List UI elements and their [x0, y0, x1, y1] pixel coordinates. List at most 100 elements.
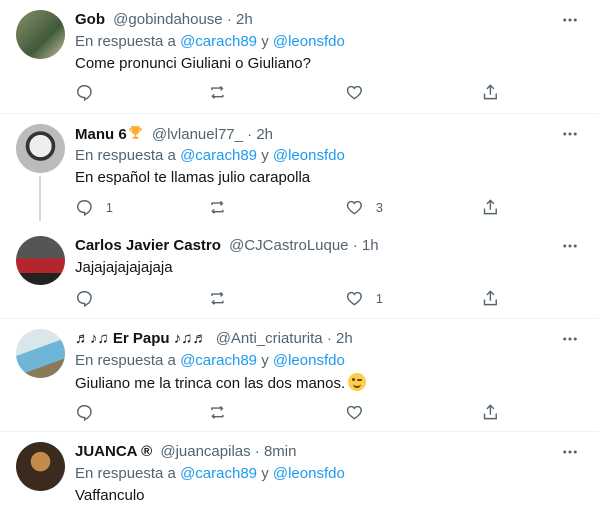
- reply-button[interactable]: [75, 402, 106, 422]
- user-handle[interactable]: @lvlanuel77_: [152, 126, 243, 143]
- thread-connector: [39, 176, 41, 221]
- tweet[interactable]: ♬♪♫ Er Papu ♪♫♬ @Anti_criaturita · 2h En…: [0, 319, 598, 431]
- more-icon[interactable]: [560, 329, 580, 349]
- mention-link[interactable]: @leonsfdo: [273, 33, 345, 50]
- heart-icon: [346, 405, 362, 420]
- like-button[interactable]: 1: [345, 288, 383, 308]
- user-handle[interactable]: @juancapilas: [160, 443, 250, 460]
- replying-to: En respuesta a @carach89 y @leonsfdo: [75, 464, 578, 484]
- user-handle[interactable]: @gobindahouse: [113, 11, 222, 28]
- tweet[interactable]: Gob @gobindahouse · 2h En respuesta a @c…: [0, 0, 598, 113]
- reply-icon: [77, 290, 92, 307]
- replying-conjunction: y: [261, 33, 269, 50]
- dot-separator: ·: [226, 11, 232, 28]
- heart-icon: [346, 200, 362, 215]
- tweet-actions: 1: [75, 288, 505, 308]
- retweet-button[interactable]: [208, 82, 239, 102]
- avatar[interactable]: [16, 236, 65, 285]
- share-button[interactable]: [481, 288, 500, 308]
- tweet-actions: [75, 402, 505, 422]
- mention-link[interactable]: @leonsfdo: [273, 465, 345, 482]
- retweet-icon: [211, 405, 224, 419]
- more-icon[interactable]: [560, 236, 580, 256]
- like-button[interactable]: 3: [345, 197, 383, 217]
- tweet-text: Jajajajajajajaja: [75, 259, 173, 276]
- reply-button[interactable]: 1: [75, 197, 113, 217]
- mention-link[interactable]: @leonsfdo: [273, 147, 345, 164]
- share-icon: [483, 198, 497, 214]
- like-button[interactable]: [345, 402, 376, 422]
- reply-count: 1: [105, 199, 113, 215]
- winking-face-emoji: [348, 373, 367, 391]
- replying-to: En respuesta a @carach89 y @leonsfdo: [75, 351, 578, 371]
- tweet-text-row: Giuliano me la trinca con las dos manos.: [75, 373, 578, 394]
- replying-to: En respuesta a @carach89 y @leonsfdo: [75, 32, 578, 52]
- tweet-text: En español te llamas julio carapolla: [75, 169, 311, 186]
- tweet-actions: 1 3: [75, 197, 505, 217]
- like-count: 3: [375, 199, 383, 215]
- replying-prefix: En respuesta a: [75, 33, 176, 50]
- mention-link[interactable]: @leonsfdo: [273, 352, 345, 369]
- dot-separator: ·: [254, 443, 260, 460]
- heart-icon: [346, 85, 362, 100]
- timestamp[interactable]: 2h: [336, 330, 353, 347]
- tweet[interactable]: JUANCA ® @juancapilas · 8min En respuest…: [0, 432, 598, 505]
- share-icon: [483, 83, 497, 99]
- timestamp[interactable]: 1h: [362, 237, 379, 254]
- reply-button[interactable]: [75, 288, 106, 308]
- reply-icon: [77, 199, 92, 216]
- reply-button[interactable]: [75, 82, 106, 102]
- avatar[interactable]: [16, 10, 65, 59]
- replying-prefix: En respuesta a: [75, 465, 176, 482]
- replying-conjunction: y: [261, 352, 269, 369]
- tweet-text: Come pronunci Giuliani o Giuliano?: [75, 55, 311, 72]
- retweet-button[interactable]: [208, 288, 239, 308]
- share-icon: [483, 403, 497, 419]
- retweet-icon: [211, 200, 224, 214]
- avatar[interactable]: [16, 124, 65, 173]
- user-handle[interactable]: @CJCastroLuque: [229, 237, 348, 254]
- timestamp[interactable]: 2h: [256, 126, 273, 143]
- tweet[interactable]: Manu 6 @lvlanuel77_ · 2h En respuesta a …: [0, 114, 598, 226]
- avatar[interactable]: [16, 442, 65, 491]
- retweet-button[interactable]: [208, 402, 239, 422]
- more-icon[interactable]: [560, 124, 580, 144]
- trophy-icon: [128, 126, 142, 139]
- heart-icon: [346, 291, 362, 306]
- tweet[interactable]: Carlos Javier Castro @CJCastroLuque · 1h…: [0, 226, 598, 318]
- display-name[interactable]: Carlos Javier Castro: [75, 237, 221, 254]
- like-button[interactable]: [345, 82, 376, 102]
- dot-separator: ·: [352, 237, 358, 254]
- timestamp[interactable]: 8min: [264, 443, 297, 460]
- like-count: 1: [375, 290, 383, 306]
- mention-link[interactable]: @carach89: [180, 33, 257, 50]
- share-button[interactable]: [481, 197, 500, 217]
- dot-separator: ·: [247, 126, 253, 143]
- more-icon[interactable]: [560, 10, 580, 30]
- share-button[interactable]: [481, 402, 500, 422]
- share-button[interactable]: [481, 82, 500, 102]
- reply-icon: [77, 404, 92, 421]
- reply-icon: [77, 84, 92, 101]
- mention-link[interactable]: @carach89: [180, 352, 257, 369]
- mention-link[interactable]: @carach89: [180, 465, 257, 482]
- tweet-text: Vaffanculo: [75, 487, 145, 504]
- replying-to: En respuesta a @carach89 y @leonsfdo: [75, 146, 578, 166]
- more-icon[interactable]: [560, 442, 580, 462]
- share-icon: [483, 289, 497, 305]
- dot-separator: ·: [326, 330, 332, 347]
- replying-prefix: En respuesta a: [75, 147, 176, 164]
- display-name[interactable]: Gob: [75, 11, 105, 28]
- display-name[interactable]: Manu 6: [75, 126, 127, 143]
- replying-conjunction: y: [261, 147, 269, 164]
- replying-prefix: En respuesta a: [75, 352, 176, 369]
- display-name[interactable]: JUANCA ®: [75, 443, 152, 460]
- display-name[interactable]: ♬♪♫ Er Papu ♪♫♬: [75, 330, 208, 347]
- user-handle[interactable]: @Anti_criaturita: [216, 330, 323, 347]
- mention-link[interactable]: @carach89: [180, 147, 257, 164]
- retweet-button[interactable]: [208, 197, 239, 217]
- retweet-icon: [211, 85, 224, 99]
- avatar[interactable]: [16, 329, 65, 378]
- timestamp[interactable]: 2h: [236, 11, 253, 28]
- retweet-icon: [211, 291, 224, 305]
